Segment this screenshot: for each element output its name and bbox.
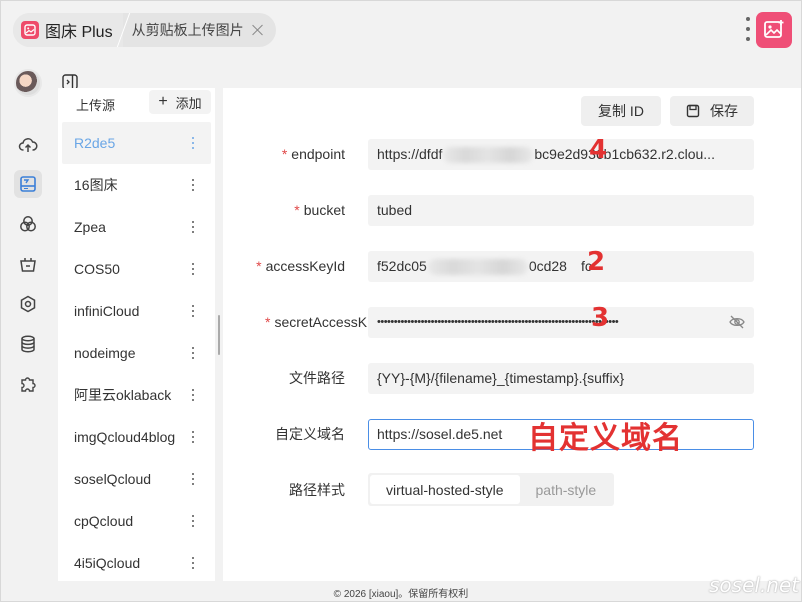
- annotation-custom-domain: 自定义域名: [528, 421, 683, 456]
- path-style-row: 路径样式 virtual-hosted-style path-style: [223, 473, 801, 507]
- redaction: [427, 259, 528, 276]
- source-item-label: infiniCloud: [74, 303, 140, 319]
- path-style-label: 路径样式: [289, 482, 345, 498]
- source-item-label: 4i5iQcloud: [74, 555, 141, 571]
- bucket-input[interactable]: tubed: [368, 195, 754, 226]
- basket-icon[interactable]: [14, 250, 42, 278]
- image-source-icon[interactable]: [14, 170, 42, 198]
- annotation-2: 2: [587, 247, 606, 277]
- source-item-label: soselQcloud: [74, 471, 152, 487]
- source-item-label: Zpea: [74, 219, 106, 235]
- source-item[interactable]: COS50: [58, 248, 215, 290]
- source-item[interactable]: soselQcloud: [58, 458, 215, 500]
- upload-cloud-icon[interactable]: [14, 131, 42, 159]
- panel-header: 上传源 + 添加: [58, 88, 215, 118]
- endpoint-label: * endpoint: [281, 146, 345, 162]
- source-item[interactable]: Zpea: [58, 206, 215, 248]
- tab-strip: 图床 Plus 从剪贴板上传图片: [13, 13, 276, 47]
- tab-label: 从剪贴板上传图片: [131, 22, 244, 38]
- more-vertical-icon[interactable]: [191, 473, 195, 485]
- tab-clipboard-upload[interactable]: 从剪贴板上传图片: [124, 13, 276, 47]
- source-item[interactable]: imgQcloud4blog: [58, 416, 215, 458]
- source-item-label: R2de5: [74, 135, 116, 151]
- more-vertical-icon[interactable]: [745, 17, 751, 41]
- app-title: 图床 Plus: [45, 24, 113, 41]
- panel-resize-handle[interactable]: [218, 315, 220, 355]
- source-item-label: nodeimge: [74, 345, 136, 361]
- annotation-3: 3: [591, 303, 610, 333]
- source-item-label: COS50: [74, 261, 120, 277]
- footer-copyright: © 2026 [xiaou]。保留所有权利: [333, 589, 469, 600]
- watermark: sosel.net: [709, 573, 800, 597]
- add-source-button[interactable]: + 添加: [149, 90, 211, 114]
- more-vertical-icon[interactable]: [191, 137, 195, 149]
- access-key-input[interactable]: f52dc05 0cd28 fc: [368, 251, 754, 282]
- database-icon[interactable]: [14, 330, 42, 358]
- palette-icon[interactable]: [14, 210, 42, 238]
- source-item[interactable]: R2de5: [62, 122, 211, 164]
- more-vertical-icon[interactable]: [191, 389, 195, 401]
- save-icon: [686, 104, 700, 118]
- source-item[interactable]: cpQcloud: [58, 500, 215, 542]
- custom-domain-label: 自定义域名: [275, 426, 345, 442]
- redaction: [443, 147, 534, 164]
- secret-key-label: *secretAccessKey: [265, 314, 367, 330]
- source-list: R2de5 16图床 Zpea COS50 infiniCloud nodeimge 阿里云…: [58, 122, 215, 584]
- close-icon[interactable]: [252, 24, 264, 36]
- source-item[interactable]: 4i5iQcloud: [58, 542, 215, 584]
- annotation-4: 4: [589, 135, 608, 165]
- more-vertical-icon[interactable]: [191, 179, 195, 191]
- path-input[interactable]: {YY}-{M}/{filename}_{timestamp}.{suffix}: [368, 363, 754, 394]
- app-window: 图床 Plus 从剪贴板上传图片 上传源 + 添加 R2de5 16图床 Zpe…: [0, 0, 802, 602]
- more-vertical-icon[interactable]: [191, 515, 195, 527]
- more-vertical-icon[interactable]: [191, 347, 195, 359]
- bucket-label: * bucket: [294, 202, 345, 218]
- source-item-label: cpQcloud: [74, 513, 134, 529]
- more-vertical-icon[interactable]: [191, 305, 195, 317]
- access-key-label: * accessKeyId: [256, 258, 345, 274]
- app-tab[interactable]: 图床 Plus: [13, 13, 123, 47]
- image-upload-icon[interactable]: [756, 12, 792, 48]
- more-vertical-icon[interactable]: [191, 221, 195, 233]
- endpoint-row: * endpoint https://dfdf bc9e2d936b1cb632.r…: [223, 135, 801, 171]
- source-config-form: 复制 ID 保存 * endpoint https://dfdf bc9e2d936…: [223, 88, 801, 581]
- path-row: 文件路径 {YY}-{M}/{filename}_{timestamp}.{su…: [223, 361, 801, 395]
- bucket-row: * bucket tubed: [223, 193, 801, 227]
- custom-domain-row: 自定义域名 https://sosel.de5.net 自定义域名: [223, 417, 801, 456]
- access-key-row: * accessKeyId f52dc05 0cd28 fc 2: [223, 247, 801, 283]
- source-item[interactable]: nodeimge: [58, 332, 215, 374]
- upload-source-panel: 上传源 + 添加 R2de5 16图床 Zpea COS50 infiniCloud no…: [58, 88, 215, 581]
- more-vertical-icon[interactable]: [191, 557, 195, 569]
- settings-hex-icon[interactable]: [14, 290, 42, 318]
- endpoint-input[interactable]: https://dfdf bc9e2d936b1cb632.r2.clou...: [368, 139, 754, 170]
- source-item-label: 阿里云oklaback: [74, 387, 172, 403]
- source-item-label: 16图床: [74, 177, 118, 193]
- option-path-style[interactable]: path-style: [520, 475, 613, 504]
- nav-rail: [1, 59, 55, 599]
- copy-id-button[interactable]: 复制 ID: [581, 96, 661, 126]
- source-item[interactable]: 16图床: [58, 164, 215, 206]
- secret-key-input[interactable]: ••••••••••••••••••••••••••••••••••••••••…: [368, 307, 754, 338]
- secret-key-row: *secretAccessKey •••••••••••••••••••••••…: [223, 303, 801, 339]
- more-vertical-icon[interactable]: [191, 431, 195, 443]
- panel-title: 上传源: [76, 98, 116, 113]
- plus-icon: +: [158, 93, 168, 110]
- source-item[interactable]: infiniCloud: [58, 290, 215, 332]
- plugin-puzzle-icon[interactable]: [14, 370, 42, 398]
- source-item[interactable]: 阿里云oklaback: [58, 374, 215, 416]
- path-style-toggle: virtual-hosted-style path-style: [368, 473, 615, 506]
- save-button[interactable]: 保存: [670, 96, 754, 126]
- eye-off-icon[interactable]: [729, 315, 745, 334]
- path-label: 文件路径: [289, 370, 345, 386]
- source-item-label: imgQcloud4blog: [74, 429, 176, 445]
- title-bar: 图床 Plus 从剪贴板上传图片: [1, 1, 801, 59]
- avatar[interactable]: [14, 69, 42, 97]
- more-vertical-icon[interactable]: [191, 263, 195, 275]
- option-virtual-hosted[interactable]: virtual-hosted-style: [370, 475, 520, 504]
- app-logo-icon: [21, 21, 39, 39]
